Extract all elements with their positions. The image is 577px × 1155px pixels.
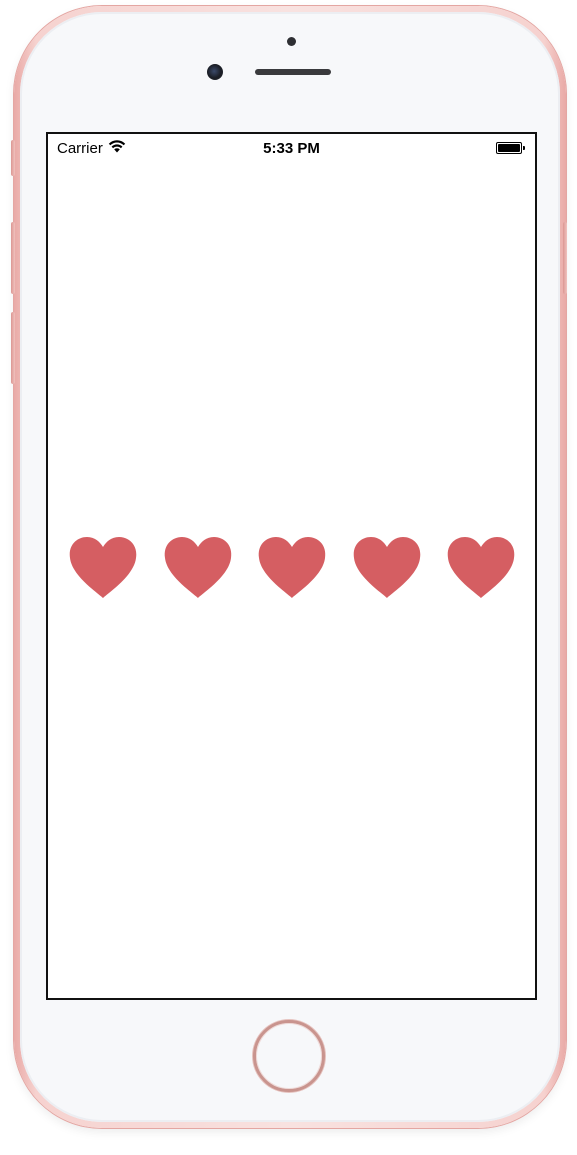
battery-tip <box>523 146 525 150</box>
heart-2[interactable] <box>163 536 233 600</box>
heart-5[interactable] <box>446 536 516 600</box>
heart-4[interactable] <box>352 536 422 600</box>
earpiece-speaker <box>255 69 331 75</box>
screen: Carrier 5:33 PM <box>46 132 537 1000</box>
battery-body <box>496 142 522 154</box>
heart-rating <box>48 536 535 600</box>
mute-switch[interactable] <box>11 140 15 176</box>
status-bar: Carrier 5:33 PM <box>48 134 535 162</box>
heart-1[interactable] <box>68 536 138 600</box>
heart-icon <box>164 537 232 598</box>
proximity-sensor <box>287 37 296 46</box>
battery-icon <box>496 142 526 154</box>
heart-icon <box>69 537 137 598</box>
heart-icon <box>447 537 515 598</box>
device-mockup: Carrier 5:33 PM <box>0 0 577 1155</box>
battery-level <box>498 144 520 152</box>
volume-down-button[interactable] <box>11 312 15 384</box>
heart-icon <box>353 537 421 598</box>
volume-up-button[interactable] <box>11 222 15 294</box>
heart-icon <box>258 537 326 598</box>
power-button[interactable] <box>563 222 567 294</box>
front-camera-icon <box>207 64 223 80</box>
clock: 5:33 PM <box>263 140 320 157</box>
heart-3[interactable] <box>257 536 327 600</box>
home-button[interactable] <box>253 1020 325 1092</box>
